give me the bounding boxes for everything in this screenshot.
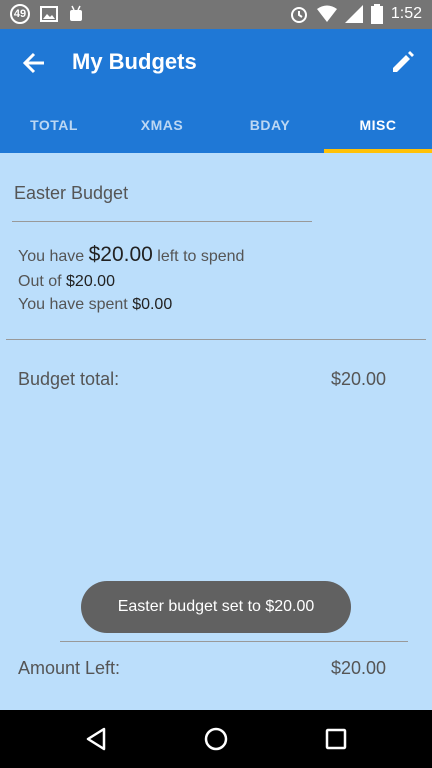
divider: [60, 641, 408, 642]
battery-icon: [370, 4, 383, 24]
budget-total-label: Budget total:: [18, 369, 120, 389]
divider: [6, 339, 426, 340]
budget-name-field[interactable]: Easter Budget: [14, 183, 128, 204]
amount-left-label: Amount Left:: [18, 658, 121, 678]
tab-xmas[interactable]: XMAS: [108, 97, 216, 153]
toast-message: Easter budget set to $20.00: [81, 581, 351, 633]
tab-total[interactable]: TOTAL: [0, 97, 108, 153]
signal-icon: [344, 5, 363, 23]
remaining-amount: $20.00: [88, 243, 153, 266]
app-bar: My Budgets: [0, 29, 432, 97]
tab-bday[interactable]: BDAY: [216, 97, 324, 153]
tab-misc[interactable]: MISC: [324, 97, 432, 153]
android-icon: [70, 5, 82, 21]
alarm-icon: [290, 7, 307, 23]
spent-prefix: You have spent: [18, 296, 128, 313]
wifi-icon: [316, 5, 337, 22]
amount-left-value: $20.00: [330, 658, 386, 678]
status-bar-right: 1:52: [289, 4, 422, 24]
budget-name-underline: [12, 221, 312, 222]
budget-content: Easter Budget You have $20.00 left to sp…: [0, 153, 432, 710]
nav-home-icon[interactable]: [202, 725, 230, 753]
budget-total-value: $20.00: [330, 369, 386, 389]
remaining-line: You have $20.00 left to spend: [18, 243, 244, 267]
nav-back-icon[interactable]: [82, 725, 110, 753]
page-title: My Budgets: [72, 49, 197, 74]
image-icon: [40, 6, 58, 22]
status-bar-left: 49: [10, 4, 84, 24]
spent-amount: $0.00: [132, 296, 173, 313]
edit-pencil-icon[interactable]: [388, 49, 416, 77]
out-of-line: Out of $20.00: [18, 273, 115, 291]
nav-recents-icon[interactable]: [322, 725, 350, 753]
back-arrow-icon[interactable]: [20, 49, 48, 77]
remaining-suffix: left to spend: [157, 248, 245, 265]
status-bar: 49 1:52: [0, 0, 432, 29]
spent-line: You have spent $0.00: [18, 296, 172, 314]
system-nav-bar: [0, 710, 432, 768]
out-of-amount: $20.00: [66, 273, 115, 290]
out-of-prefix: Out of: [18, 273, 62, 290]
notification-count-badge: 49: [10, 4, 30, 24]
status-time: 1:52: [390, 5, 422, 22]
remaining-prefix: You have: [18, 248, 85, 265]
tab-bar: TOTAL XMAS BDAY MISC: [0, 97, 432, 153]
